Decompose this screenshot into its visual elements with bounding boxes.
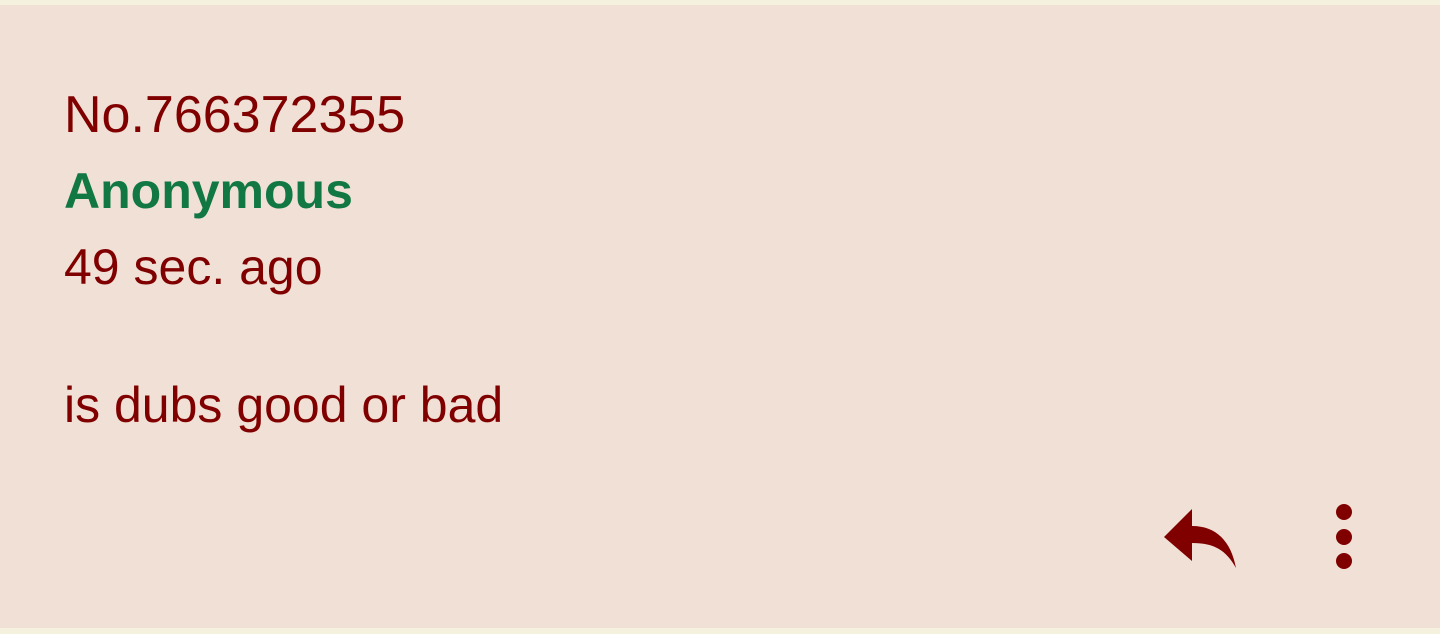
- post-comment: is dubs good or bad: [64, 377, 504, 433]
- post-card: No.766372355 Anonymous 49 sec. ago is du…: [0, 5, 1440, 628]
- reply-icon: [1152, 495, 1248, 579]
- more-vertical-icon: [1308, 495, 1380, 579]
- poster-name: Anonymous: [64, 163, 353, 219]
- more-options-button[interactable]: [1308, 495, 1380, 579]
- post-number[interactable]: No.766372355: [64, 85, 405, 145]
- reply-button[interactable]: [1152, 495, 1248, 579]
- post-timestamp: 49 sec. ago: [64, 239, 323, 295]
